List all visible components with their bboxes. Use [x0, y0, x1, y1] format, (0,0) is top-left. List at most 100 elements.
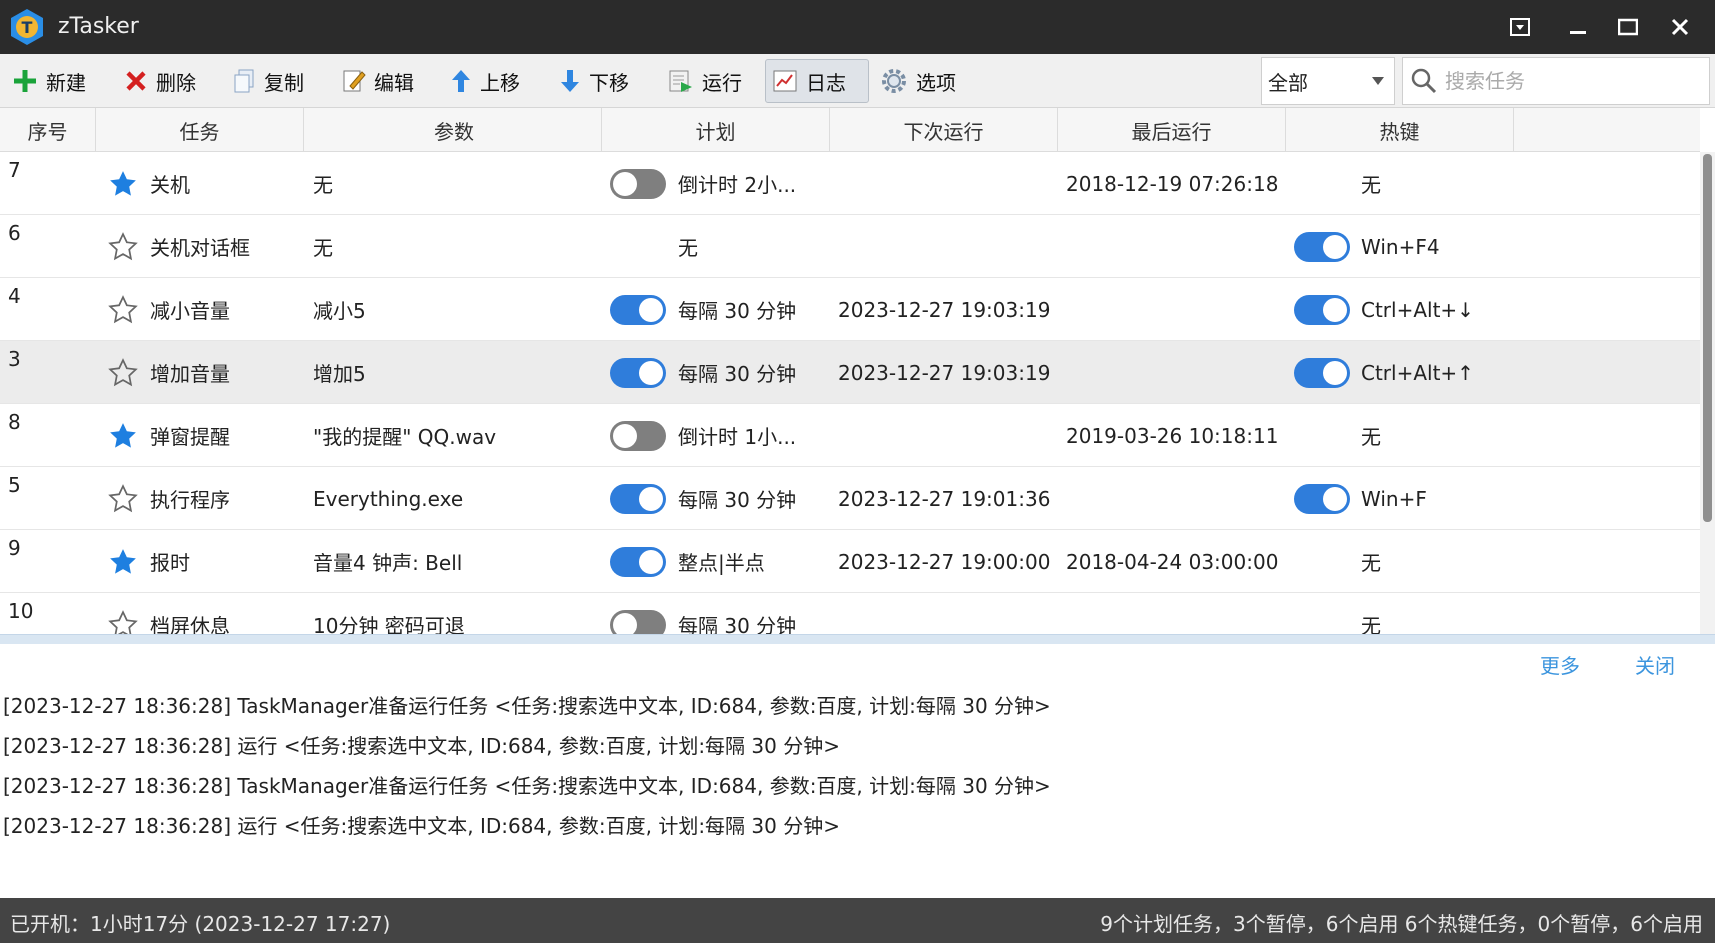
log-button[interactable]: 日志	[765, 59, 869, 103]
task-hotkey: Ctrl+Alt+↑	[1361, 360, 1474, 385]
star-outline-icon[interactable]	[108, 215, 138, 278]
minimize-button[interactable]	[1553, 0, 1603, 54]
task-hotkey: Ctrl+Alt+↓	[1361, 297, 1474, 322]
edit-icon	[343, 70, 366, 92]
scrollbar-thumb[interactable]	[1703, 154, 1712, 522]
toggle-switch[interactable]	[610, 294, 666, 325]
toggle-switch[interactable]	[1294, 483, 1350, 514]
move-up-label: 上移	[480, 70, 520, 95]
hotkey-toggle[interactable]	[1294, 467, 1350, 530]
edit-button[interactable]: 编辑	[336, 59, 420, 103]
new-button[interactable]: 新建	[6, 59, 92, 103]
log-more-link[interactable]: 更多	[1540, 650, 1580, 679]
star-outline-icon[interactable]	[108, 593, 138, 634]
column-header-last-run[interactable]: 最后运行	[1058, 108, 1286, 152]
toggle-switch[interactable]	[610, 609, 666, 634]
close-button[interactable]	[1655, 0, 1705, 54]
toggle-switch[interactable]	[1294, 294, 1350, 325]
table-row[interactable]: 4 减小音量 减小5 每隔 30 分钟 2023-12-27 19:03:19 Ctrl+…	[0, 278, 1700, 341]
task-table-scrollbar[interactable]	[1700, 152, 1715, 634]
delete-button[interactable]: 删除	[118, 59, 202, 103]
toggle-switch[interactable]	[610, 357, 666, 388]
hotkey-toggle[interactable]	[1294, 341, 1350, 404]
log-close-link[interactable]: 关闭	[1635, 650, 1675, 679]
copy-button[interactable]: 复制	[226, 59, 310, 103]
column-header-next-run[interactable]: 下次运行	[830, 108, 1058, 152]
task-hotkey: 无	[1361, 425, 1381, 449]
task-number: 9	[8, 536, 21, 560]
plan-toggle[interactable]	[610, 152, 666, 215]
column-header-num[interactable]: 序号	[0, 108, 96, 152]
toggle-switch[interactable]	[1294, 231, 1350, 262]
task-hotkey: 无	[1361, 173, 1381, 197]
window-title: zTasker	[58, 14, 139, 39]
task-name: 关机	[150, 173, 190, 197]
hotkey-toggle[interactable]	[1294, 278, 1350, 341]
svg-text:T: T	[22, 18, 33, 37]
task-name: 执行程序	[150, 488, 230, 512]
log-chart-icon	[773, 70, 797, 92]
column-header-task[interactable]: 任务	[96, 108, 304, 152]
options-label: 选项	[916, 70, 956, 95]
table-row[interactable]: 10 档屏休息 10分钟 密码可退 每隔 30 分钟 无	[0, 593, 1700, 634]
plan-toggle[interactable]	[610, 404, 666, 467]
star-outline-icon[interactable]	[108, 467, 138, 530]
task-number: 3	[8, 347, 21, 371]
plan-toggle[interactable]	[610, 467, 666, 530]
move-up-button[interactable]: 上移	[444, 59, 526, 103]
task-params: 无	[313, 173, 333, 197]
column-header-params[interactable]: 参数	[304, 108, 602, 152]
dropdown-box-icon	[1510, 18, 1530, 36]
delete-label: 删除	[156, 70, 196, 95]
task-params: Everything.exe	[313, 486, 464, 511]
maximize-button[interactable]	[1603, 0, 1653, 54]
task-plan: 倒计时 2小...	[678, 173, 797, 197]
move-down-button[interactable]: 下移	[553, 59, 635, 103]
menu-dropdown-button[interactable]	[1495, 0, 1545, 54]
task-name: 关机对话框	[150, 236, 250, 260]
task-next-run: 2023-12-27 19:01:36	[838, 486, 1051, 511]
table-row[interactable]: 5 执行程序 Everything.exe 每隔 30 分钟 2023-12-27 19…	[0, 467, 1700, 530]
toggle-switch[interactable]	[610, 546, 666, 577]
run-icon	[669, 70, 692, 92]
options-button[interactable]: 选项	[874, 59, 962, 103]
plan-toggle[interactable]	[610, 593, 666, 634]
task-name: 报时	[150, 551, 190, 575]
table-row[interactable]: 7 关机 无 倒计时 2小... 2018-12-19 07:26:18 无	[0, 152, 1700, 215]
toggle-switch[interactable]	[1294, 357, 1350, 388]
table-row[interactable]: 3 增加音量 增加5 每隔 30 分钟 2023-12-27 19:03:19 Ctrl+…	[0, 341, 1700, 404]
column-header-hotkey[interactable]: 热键	[1286, 108, 1514, 152]
toggle-switch[interactable]	[610, 420, 666, 451]
task-number: 10	[8, 599, 34, 623]
plan-toggle[interactable]	[610, 530, 666, 593]
search-input[interactable]	[1445, 69, 1685, 93]
toggle-switch[interactable]	[610, 168, 666, 199]
toggle-switch[interactable]	[610, 483, 666, 514]
table-row[interactable]: 8 弹窗提醒 "我的提醒" QQ.wav 倒计时 1小... 2019-03-26 10…	[0, 404, 1700, 467]
filter-selected-value: 全部	[1268, 70, 1308, 95]
star-filled-icon[interactable]	[108, 404, 138, 467]
table-row[interactable]: 6 关机对话框 无 无 Win+F4	[0, 215, 1700, 278]
plan-toggle[interactable]	[610, 278, 666, 341]
task-name: 档屏休息	[150, 614, 230, 634]
title-bar: T zTasker	[0, 0, 1715, 54]
hotkey-toggle[interactable]	[1294, 215, 1350, 278]
search-box[interactable]	[1402, 57, 1710, 105]
task-last-run: 2018-04-24 03:00:00	[1066, 549, 1279, 574]
star-outline-icon[interactable]	[108, 278, 138, 341]
task-name: 弹窗提醒	[150, 425, 230, 449]
task-table: 7 关机无倒计时 2小... 2018-12-19 07:26:18 无 6 关机对话框无…	[0, 152, 1700, 634]
maximize-icon	[1618, 18, 1638, 36]
panel-splitter[interactable]	[0, 634, 1715, 644]
run-button[interactable]: 运行	[662, 59, 748, 103]
plan-toggle[interactable]	[610, 341, 666, 404]
column-header-plan[interactable]: 计划	[602, 108, 830, 152]
task-hotkey: Win+F	[1361, 486, 1427, 511]
star-filled-icon[interactable]	[108, 152, 138, 215]
filter-select[interactable]: 全部	[1261, 57, 1395, 105]
task-params: 减小5	[313, 299, 366, 323]
star-filled-icon[interactable]	[108, 530, 138, 593]
table-row[interactable]: 9 报时 音量4 钟声: Bell 整点|半点 2023-12-27 19:00:00 2…	[0, 530, 1700, 593]
star-outline-icon[interactable]	[108, 341, 138, 404]
task-plan: 每隔 30 分钟	[678, 614, 797, 634]
